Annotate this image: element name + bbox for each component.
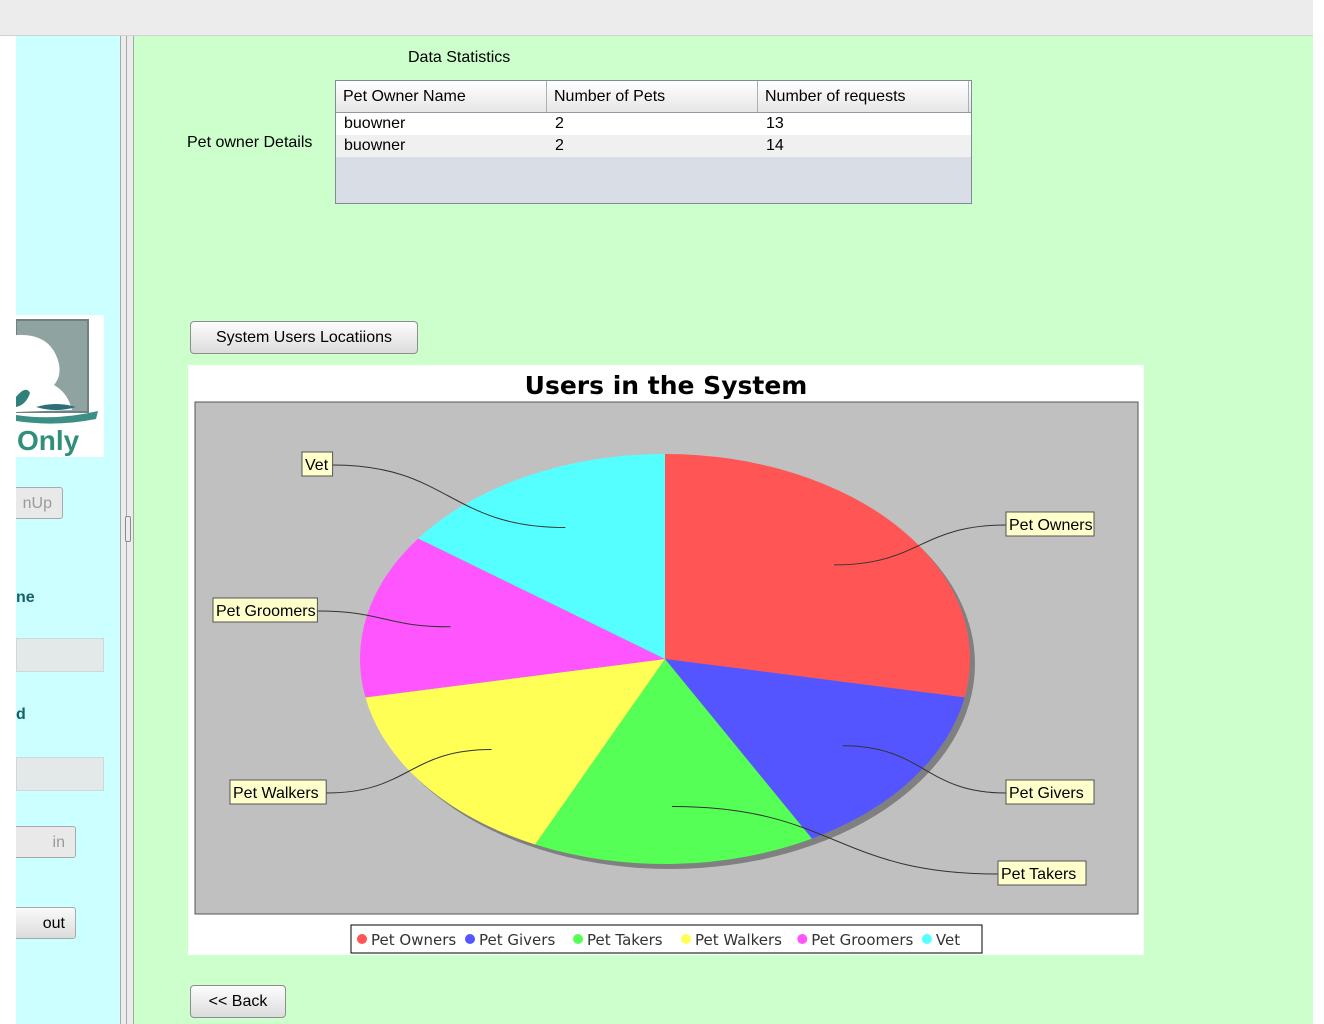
split-pane-divider[interactable] [120,36,134,1024]
slice-label-pet-groomers: Pet Groomers [212,597,318,623]
slice-label-text: Vet [305,457,329,474]
pet-owner-details-label: Pet owner Details [187,134,313,151]
login-button[interactable]: in [16,826,76,858]
slice-label-pet-givers: Pet Givers [1005,779,1095,805]
slice-label-vet: Vet [301,451,334,477]
slice-label-text: Pet Groomers [216,603,316,620]
cell-number-of-pets: 2 [555,137,564,154]
legend-label: Pet Givers [479,931,555,949]
pie-chart-svg: Users in the System Pet Owners Pet Givers… [194,371,1139,954]
password-field[interactable] [16,757,104,791]
legend-item-pet-groomers: Pet Groomers [797,931,914,949]
cell-number-of-requests: 14 [766,137,784,154]
column-header-number-of-requests[interactable]: Number of requests [758,81,969,112]
slice-label-text: Pet Owners [1009,517,1093,534]
table-row[interactable]: buowner 2 14 [336,135,971,157]
legend-label: Pet Takers [587,931,663,949]
pie-slices [359,454,975,869]
slice-label-text: Pet Takers [1001,866,1076,883]
legend-swatch [921,934,932,944]
cell-owner-name: buowner [344,137,406,154]
users-pie-chart: Users in the System Pet Owners Pet Givers… [188,365,1144,955]
legend-label: Pet Owners [371,931,456,949]
slice-label-pet-walkers: Pet Walkers [229,779,327,805]
legend-swatch [573,934,583,944]
password-label: d [16,706,26,723]
system-users-locations-button[interactable]: System Users Locatiions [190,321,418,354]
divider-grip-icon[interactable] [125,516,131,542]
left-login-panel: Only nUp ne d in out [16,36,120,1024]
signup-button[interactable]: nUp [16,487,63,519]
cell-number-of-requests: 13 [766,115,784,132]
legend-swatch [797,934,808,944]
legend-label: Vet [936,931,960,949]
logo-text: Only [17,425,80,456]
slice-label-pet-owners: Pet Owners [1005,511,1095,537]
cell-owner-name: buowner [344,115,406,132]
logout-button[interactable]: out [16,907,76,939]
back-button[interactable]: << Back [190,985,286,1018]
legend-item-pet-takers: Pet Takers [573,931,663,949]
cell-number-of-pets: 2 [555,115,564,132]
legend-swatch [681,934,691,944]
slice-label-text: Pet Givers [1009,785,1084,802]
legend-label: Pet Groomers [811,931,913,949]
legend-swatch [465,934,475,944]
window-top-bar [0,0,1313,36]
window-right-edge [1313,0,1324,1024]
statistics-panel: Data Statistics Pet owner Details Pet Ow… [134,36,1313,1024]
pet-owner-table[interactable]: Pet Owner Name Number of Pets Number of … [335,80,972,204]
column-header-number-of-pets[interactable]: Number of Pets [547,81,758,112]
app-logo: Only [16,315,104,457]
table-row[interactable]: buowner 2 13 [336,113,971,135]
legend-swatch [357,934,367,944]
slice-label-pet-takers: Pet Takers [997,860,1087,886]
chart-title: Users in the System [525,371,808,400]
slice-label-text: Pet Walkers [233,785,319,802]
legend-items: Pet Owners Pet Givers Pet Takers Pet Walker… [357,931,960,949]
username-label: ne [16,589,35,606]
legend-item-pet-givers: Pet Givers [465,931,555,949]
legend-item-pet-walkers: Pet Walkers [681,931,782,949]
username-field[interactable] [16,638,104,672]
legend-item-pet-owners: Pet Owners [357,931,456,949]
column-header-owner-name[interactable]: Pet Owner Name [336,81,547,112]
data-statistics-title: Data Statistics [408,49,511,66]
legend-label: Pet Walkers [695,931,782,949]
table-header: Pet Owner Name Number of Pets Number of … [336,81,971,113]
